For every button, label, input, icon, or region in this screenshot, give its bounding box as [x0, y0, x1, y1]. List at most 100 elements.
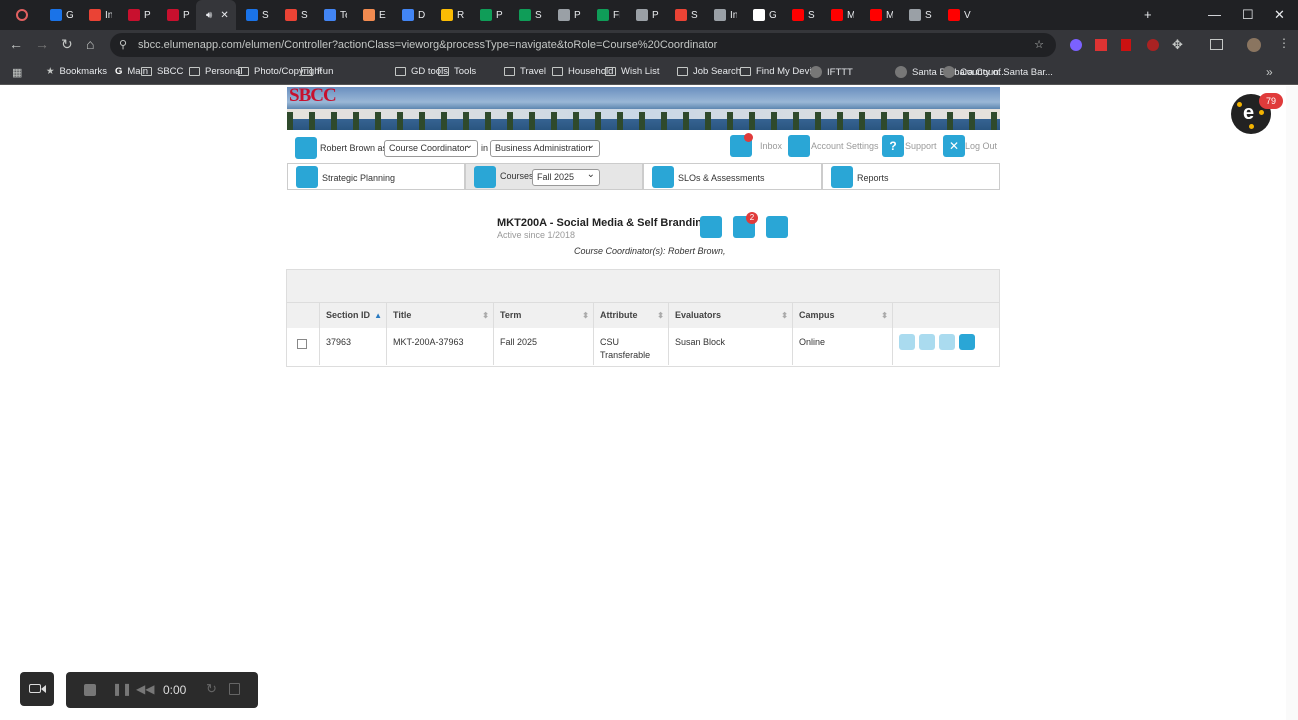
gear-icon[interactable]	[788, 135, 810, 157]
avatar[interactable]	[1247, 38, 1261, 52]
browser-tab[interactable]: Sar	[236, 0, 275, 30]
assessment-icon[interactable]	[959, 334, 975, 350]
tab-favicon-icon	[753, 9, 765, 21]
role-select[interactable]: Course Coordinator	[384, 138, 478, 157]
browser-tab[interactable]: Pe	[626, 0, 665, 30]
row-checkbox[interactable]	[297, 339, 307, 349]
stop-icon[interactable]	[84, 684, 96, 696]
browser-tab[interactable]: DE	[392, 0, 431, 30]
college-banner: SBCC	[287, 87, 1000, 130]
close-window-button[interactable]: ✕	[1274, 7, 1285, 23]
document-icon[interactable]	[766, 216, 788, 238]
bookmark-label: IFTTT	[827, 66, 853, 78]
browser-tab[interactable]: Exp	[353, 0, 392, 30]
restart-icon[interactable]: ↻	[206, 681, 217, 697]
extension-icon[interactable]	[1070, 39, 1082, 51]
bookmark-item[interactable]: Job Search	[677, 66, 741, 77]
url-field[interactable]: ⚲ sbcc.elumenapp.com/elumen/Controller?a…	[110, 33, 1056, 57]
roster-icon[interactable]	[899, 334, 915, 350]
header-section-id[interactable]: Section ID ▲	[320, 303, 387, 328]
browser-tab[interactable]: Por	[157, 0, 196, 30]
browser-tab[interactable]: Sul	[782, 0, 821, 30]
maximize-button[interactable]: ☐	[1242, 7, 1254, 23]
browser-tab[interactable]: Go	[40, 0, 79, 30]
sidepanel-icon[interactable]	[1210, 39, 1223, 50]
term-select[interactable]: Fall 2025	[532, 167, 600, 186]
browser-tab[interactable]: Vie	[938, 0, 977, 30]
browser-tab[interactable]: Tea	[314, 0, 353, 30]
folder-icon	[605, 67, 616, 76]
browser-tab[interactable]: Pro	[470, 0, 509, 30]
grid-icon[interactable]	[939, 334, 955, 350]
puzzle-icon[interactable]: ✥	[1172, 37, 1183, 53]
more-bookmarks-icon[interactable]: »	[1266, 65, 1273, 79]
tab-search-icon[interactable]	[16, 9, 28, 21]
chart-icon[interactable]	[700, 216, 722, 238]
home-icon[interactable]: ⌂	[86, 36, 94, 52]
bookmark-item[interactable]: Tools	[438, 66, 476, 77]
bookmark-star-icon[interactable]: ☆	[1034, 33, 1044, 57]
account-settings-link[interactable]: Account Settings	[811, 141, 879, 151]
support-link[interactable]: Support	[905, 141, 937, 151]
bookmark-item[interactable]: Fun	[301, 66, 333, 77]
camera-button[interactable]	[20, 672, 54, 706]
extension-icon[interactable]	[1147, 39, 1159, 51]
inbox-link[interactable]: Inbox	[760, 141, 782, 151]
browser-tab[interactable]: SLC	[899, 0, 938, 30]
course-coordinators: Course Coordinator(s): Robert Brown,	[574, 246, 726, 256]
kebab-menu-icon[interactable]: ⋮	[1278, 36, 1290, 50]
header-campus[interactable]: Campus ⬍	[793, 303, 893, 328]
reload-icon[interactable]: ↻	[61, 36, 73, 53]
active-tab[interactable]: 🔊︎ ✕	[196, 0, 236, 30]
menu-slos[interactable]: SLOs & Assessments	[643, 163, 822, 190]
forward-icon[interactable]: →	[35, 36, 49, 52]
bookmark-item[interactable]: IFTTT	[810, 66, 853, 78]
help-icon[interactable]: ?	[882, 135, 904, 157]
browser-tab[interactable]: Inb	[79, 0, 118, 30]
bookmark-item[interactable]: SBCC	[141, 66, 183, 77]
menu-reports[interactable]: Reports	[822, 163, 1000, 190]
tab-favicon-icon	[870, 9, 882, 21]
list-icon[interactable]	[919, 334, 935, 350]
browser-tab[interactable]: Sar	[665, 0, 704, 30]
close-icon[interactable]: ✕	[943, 135, 965, 157]
back-icon[interactable]: ←	[9, 36, 23, 52]
logout-link[interactable]: Log Out	[965, 141, 997, 151]
cell-actions	[893, 328, 999, 365]
menu-strategic-planning[interactable]: Strategic Planning	[287, 163, 465, 190]
apps-grid-icon[interactable]: ▦	[12, 66, 22, 79]
extension-icon[interactable]	[1095, 39, 1107, 51]
site-info-icon[interactable]: ⚲	[119, 33, 127, 57]
tab-label: Res	[457, 9, 464, 21]
browser-tab[interactable]: SB(	[509, 0, 548, 30]
browser-tab[interactable]: Pe	[548, 0, 587, 30]
browser-tab[interactable]: Go	[743, 0, 782, 30]
bookmark-item[interactable]: ★ Bookmarks	[46, 66, 107, 77]
header-term[interactable]: Term ⬍	[494, 303, 594, 328]
bookmark-item[interactable]: Personal	[189, 66, 243, 77]
header-title[interactable]: Title ⬍	[387, 303, 494, 328]
new-tab-button[interactable]: +	[1144, 7, 1152, 22]
trash-icon[interactable]	[229, 683, 240, 695]
bookmark-item[interactable]: Travel	[504, 66, 546, 77]
extension-icon[interactable]	[1121, 39, 1131, 51]
browser-tab[interactable]: Inc	[704, 0, 743, 30]
pause-icon[interactable]: ❚❚	[112, 682, 132, 696]
browser-tab[interactable]: Me	[821, 0, 860, 30]
minimize-button[interactable]: —	[1208, 7, 1221, 22]
department-select[interactable]: Business Administration	[490, 138, 600, 157]
browser-tab[interactable]: Sar	[275, 0, 314, 30]
header-attribute[interactable]: Attribute ⬍	[594, 303, 669, 328]
browser-tab[interactable]: FR(	[587, 0, 626, 30]
browser-tab[interactable]: Mil	[860, 0, 899, 30]
rewind-icon[interactable]: ◀◀	[136, 682, 154, 696]
browser-tab[interactable]: Por	[118, 0, 157, 30]
header-evaluators[interactable]: Evaluators ⬍	[669, 303, 793, 328]
google-icon: G	[115, 66, 123, 77]
bookmark-item[interactable]: Wish List	[605, 66, 660, 77]
bookmark-item[interactable]: County of Santa Bar...	[943, 66, 1053, 78]
scrollbar[interactable]	[1286, 86, 1298, 720]
tab-close-icon[interactable]: ✕	[220, 10, 228, 21]
menu-courses[interactable]: Courses Fall 2025	[465, 163, 643, 190]
browser-tab[interactable]: Res	[431, 0, 470, 30]
